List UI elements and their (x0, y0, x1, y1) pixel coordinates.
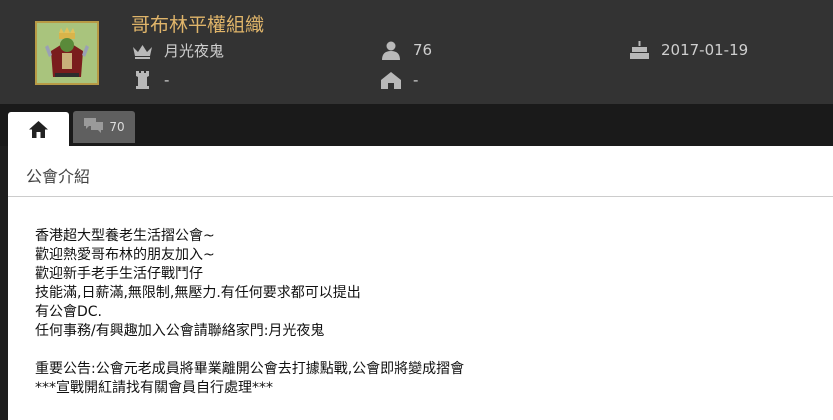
guild-field-a: - (131, 70, 169, 90)
divider (8, 196, 833, 197)
section-title: 公會介紹 (26, 167, 91, 186)
intro-line: ***宣戰開紅請找有關會員自行處理*** (35, 380, 273, 396)
tab-home[interactable] (8, 112, 69, 150)
guild-leader: 月光夜鬼 (131, 40, 224, 61)
intro-line: 任何事務/有興趣加入公會請聯絡家門:月光夜鬼 (35, 323, 325, 339)
guild-name: 哥布林平權組織 (131, 14, 265, 36)
guild-created: 2017-01-19 (628, 40, 748, 60)
intro-line: 有公會DC. (35, 304, 103, 320)
guild-created-value: 2017-01-19 (661, 41, 749, 59)
guild-header: 哥布林平權組織 月光夜鬼 76 2017-01-19 - - (0, 0, 833, 104)
tab-comments[interactable]: 70 (73, 111, 135, 143)
guild-members-value: 76 (413, 41, 433, 59)
intro-line: 重要公告:公會元老成員將畢業離開公會去打據點戰,公會即將變成摺會 (35, 361, 465, 377)
comments-count: 70 (109, 120, 125, 134)
guild-emblem (35, 21, 99, 85)
guild-field-a-value: - (164, 71, 170, 89)
cake-icon (628, 40, 650, 60)
guild-intro-panel: 公會介紹 香港超大型養老生活摺公會~ 歡迎熱愛哥布林的朋友加入~ 歡迎新手老手生… (8, 146, 833, 420)
guild-members: 76 (380, 40, 432, 60)
intro-line (35, 341, 464, 360)
intro-line: 歡迎熱愛哥布林的朋友加入~ (35, 247, 215, 263)
intro-line: 歡迎新手老手生活仔戰鬥仔 (35, 266, 203, 282)
chat-bubbles-icon (83, 117, 109, 137)
tower-icon (131, 70, 153, 90)
home-icon (29, 120, 48, 142)
guild-field-b-value: - (413, 71, 419, 89)
person-icon (380, 40, 402, 60)
guild-leader-value: 月光夜鬼 (164, 42, 225, 60)
house-icon (380, 70, 402, 90)
intro-line: 香港超大型養老生活摺公會~ (35, 228, 215, 244)
guild-field-b: - (380, 70, 418, 90)
intro-line: 技能滿,日薪滿,無限制,無壓力.有任何要求都可以提出 (35, 285, 361, 301)
tab-bar: 70 (0, 104, 833, 150)
crown-icon (131, 41, 153, 61)
guild-intro-text: 香港超大型養老生活摺公會~ 歡迎熱愛哥布林的朋友加入~ 歡迎新手老手生活仔戰鬥仔… (35, 227, 464, 398)
